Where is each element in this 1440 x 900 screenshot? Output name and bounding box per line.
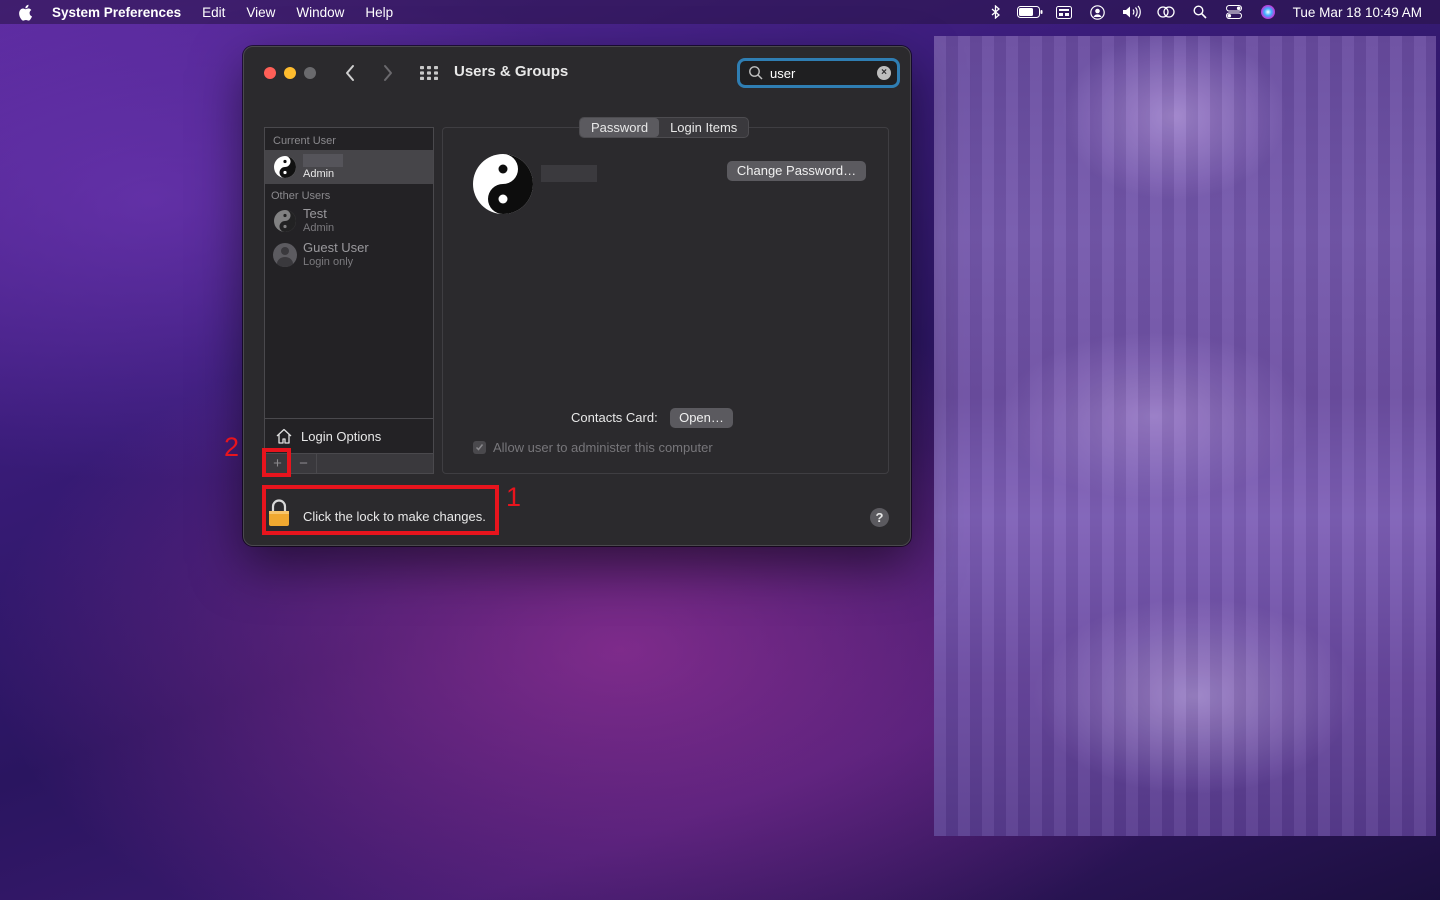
back-chevron-icon[interactable] (342, 63, 360, 83)
user-row-guest[interactable]: Guest User Login only (265, 238, 433, 272)
menubar-clock[interactable]: Tue Mar 18 10:49 AM (1293, 5, 1422, 20)
battery-icon[interactable] (1013, 0, 1047, 24)
checkmark-icon (473, 441, 486, 454)
allow-admin-checkbox[interactable]: Allow user to administer this computer (473, 440, 713, 455)
user-picture-avatar-icon[interactable] (472, 153, 534, 215)
annotation-box-lock (262, 485, 499, 535)
window-minimize-button[interactable] (284, 67, 296, 79)
yin-yang-avatar-icon (274, 210, 296, 232)
annotation-box-add (262, 448, 291, 477)
bluetooth-icon[interactable] (979, 0, 1013, 24)
yin-yang-avatar-icon (274, 156, 296, 178)
current-user-name-redacted (303, 153, 343, 167)
current-user-role: Admin (303, 167, 335, 180)
remove-user-button[interactable]: − (291, 454, 317, 473)
forward-chevron-icon[interactable] (378, 63, 396, 83)
menu-app-name[interactable]: System Preferences (52, 5, 181, 20)
show-all-grid-icon[interactable] (419, 65, 439, 81)
annotation-number-2: 2 (224, 432, 240, 462)
tab-login-items[interactable]: Login Items (659, 118, 748, 137)
help-button[interactable]: ? (870, 508, 889, 527)
open-contacts-button[interactable]: Open… (670, 408, 733, 428)
annotation-number-1: 1 (506, 482, 522, 512)
input-menu-icon[interactable] (1047, 0, 1081, 24)
window-close-button[interactable] (264, 67, 276, 79)
allow-admin-label: Allow user to administer this computer (493, 440, 713, 455)
house-icon (276, 428, 292, 444)
volume-icon[interactable] (1115, 0, 1149, 24)
users-groups-window: Users & Groups user × Current User Admin… (243, 46, 911, 546)
spotlight-icon[interactable] (1183, 0, 1217, 24)
menu-view[interactable]: View (246, 5, 275, 20)
users-list: Current User Admin Other Users Test Admi… (264, 127, 434, 419)
search-input[interactable]: user (770, 66, 877, 81)
user-account-icon[interactable] (1081, 0, 1115, 24)
search-field[interactable]: user × (737, 58, 900, 88)
guest-user-avatar-icon (273, 243, 297, 267)
apple-logo-icon[interactable] (18, 4, 38, 21)
menu-edit[interactable]: Edit (202, 5, 225, 20)
detail-tabs: Password Login Items (579, 117, 750, 138)
user-row-current[interactable]: Admin (265, 150, 433, 184)
user-row-test[interactable]: Test Admin (265, 204, 433, 238)
contacts-card-label: Contacts Card: (571, 410, 658, 425)
window-titlebar: Users & Groups user × (244, 47, 910, 99)
menu-help[interactable]: Help (365, 5, 393, 20)
current-user-label: Current User (273, 135, 336, 147)
user-name-test: Test (303, 206, 327, 221)
pixelated-background-region (934, 36, 1436, 836)
siri-icon[interactable] (1251, 0, 1285, 24)
window-zoom-button[interactable] (304, 67, 316, 79)
screen-mirroring-icon[interactable] (1149, 0, 1183, 24)
user-role-guest: Login only (303, 256, 354, 268)
user-role-test: Admin (303, 222, 335, 234)
change-password-button[interactable]: Change Password… (727, 161, 866, 181)
clear-search-icon[interactable]: × (877, 66, 891, 80)
menu-window[interactable]: Window (296, 5, 344, 20)
search-icon (748, 65, 764, 81)
menu-bar: System Preferences Edit View Window Help (0, 0, 1440, 24)
control-center-icon[interactable] (1217, 0, 1251, 24)
login-options-label: Login Options (301, 428, 382, 444)
other-users-label: Other Users (271, 190, 331, 202)
tab-password[interactable]: Password (580, 118, 660, 137)
window-title: Users & Groups (454, 63, 569, 80)
user-full-name-redacted (541, 165, 597, 182)
user-name-guest: Guest User (303, 240, 369, 255)
